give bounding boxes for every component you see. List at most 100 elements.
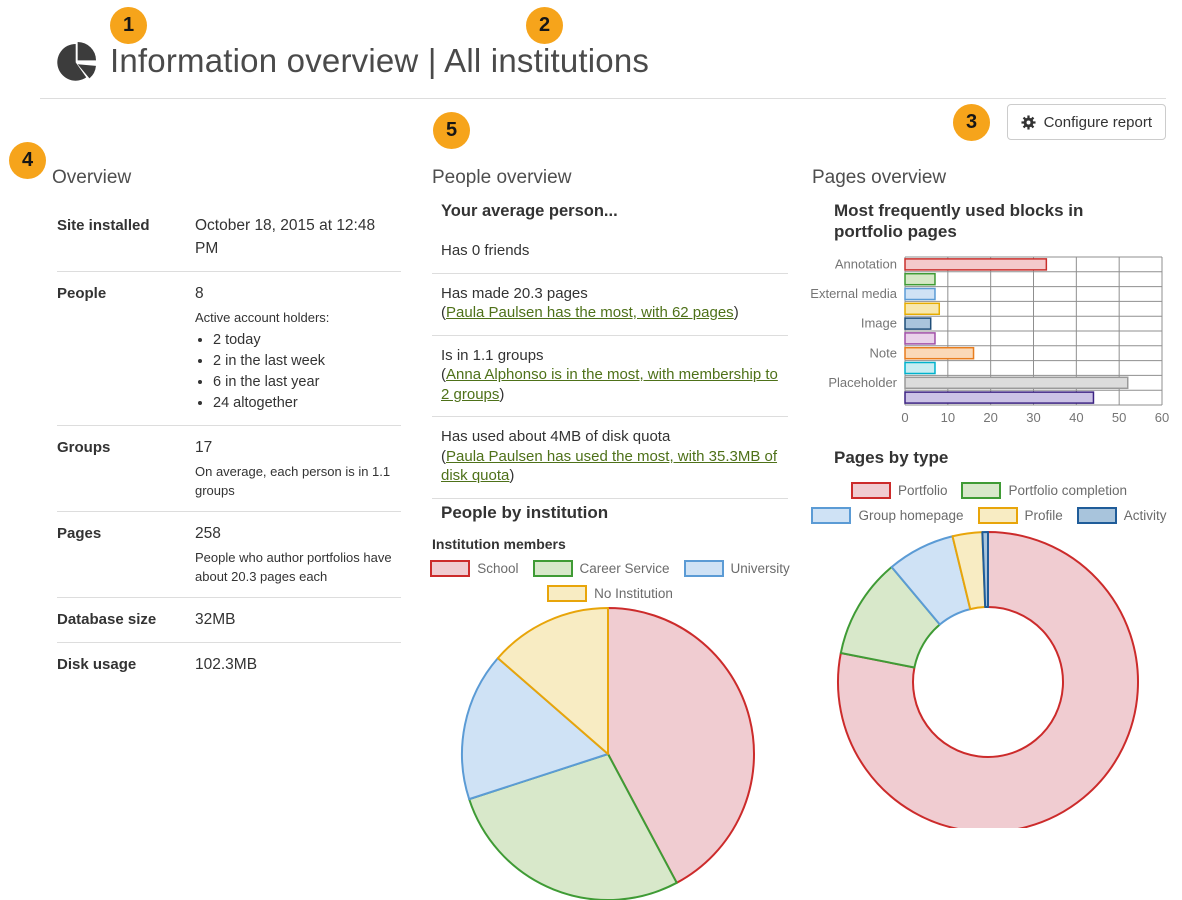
legend-swatch bbox=[684, 560, 724, 577]
table-row: Groups 17 On average, each person is in … bbox=[57, 425, 401, 511]
row-label: Database size bbox=[57, 608, 195, 631]
stat-text: Has made 20.3 pages bbox=[441, 284, 788, 304]
legend-swatch bbox=[978, 507, 1018, 524]
axis-label: Annotation bbox=[835, 257, 897, 272]
row-value: 258 bbox=[195, 522, 401, 545]
institution-members-pie-chart bbox=[420, 600, 798, 900]
legend-label: Profile bbox=[1025, 508, 1063, 523]
row-value: 102.3MB bbox=[195, 653, 401, 676]
people-overview-heading: People overview bbox=[432, 167, 571, 189]
row-label: People bbox=[57, 282, 195, 414]
stat-row: Is in 1.1 groups (Anna Alphonso is in th… bbox=[432, 336, 788, 418]
legend-label: Activity bbox=[1124, 508, 1167, 523]
pages-by-type-donut-chart bbox=[800, 528, 1176, 828]
legend-item: Group homepage bbox=[811, 507, 963, 524]
legend-row: Group homepage Profile Activity bbox=[812, 507, 1166, 524]
blocks-chart-title: Most frequently used blocks in portfolio… bbox=[834, 200, 1146, 242]
people-by-institution-heading: People by institution bbox=[441, 503, 608, 523]
callout-badge-4: 4 bbox=[9, 142, 46, 179]
most-groups-link[interactable]: Anna Alphonso is in the most, with membe… bbox=[441, 366, 778, 403]
overview-table: Site installed October 18, 2015 at 12:48… bbox=[57, 198, 401, 687]
svg-text:50: 50 bbox=[1112, 410, 1126, 425]
legend-row: Portfolio Portfolio completion bbox=[812, 482, 1166, 499]
table-row: Database size 32MB bbox=[57, 597, 401, 642]
legend-swatch bbox=[851, 482, 891, 499]
axis-label: Image bbox=[861, 316, 897, 331]
table-row: People 8 Active account holders: 2 today… bbox=[57, 271, 401, 425]
legend-row: SchoolCareer ServiceUniversity bbox=[432, 560, 788, 577]
svg-text:30: 30 bbox=[1026, 410, 1040, 425]
stat-text: Has used about 4MB of disk quota bbox=[441, 427, 788, 447]
pages-overview-heading: Pages overview bbox=[812, 167, 946, 189]
row-value: 32MB bbox=[195, 608, 401, 631]
legend-item: Portfolio bbox=[851, 482, 948, 499]
row-note: People who author portfolios have about … bbox=[195, 548, 401, 586]
row-label: Site installed bbox=[57, 214, 195, 260]
average-person-heading: Your average person... bbox=[441, 202, 788, 221]
legend-label: School bbox=[477, 561, 518, 576]
most-pages-link[interactable]: Paula Paulsen has the most, with 62 page… bbox=[446, 304, 734, 321]
stat-text: Has 0 friends bbox=[441, 242, 529, 259]
legend-item: School bbox=[430, 560, 518, 577]
axis-label: Placeholder bbox=[828, 375, 897, 390]
list-item: 2 in the last week bbox=[213, 351, 401, 372]
institution-members-chart-title: Institution members bbox=[432, 536, 566, 552]
legend-label: No Institution bbox=[594, 586, 673, 601]
stat-row: Has used about 4MB of disk quota (Paula … bbox=[432, 417, 788, 499]
row-value: 8 bbox=[195, 282, 401, 305]
legend-swatch bbox=[961, 482, 1001, 499]
svg-text:0: 0 bbox=[901, 410, 908, 425]
callout-badge-3: 3 bbox=[953, 104, 990, 141]
active-holders-list: 2 today 2 in the last week 6 in the last… bbox=[213, 330, 401, 414]
stat-row: Has 0 friends bbox=[432, 231, 788, 274]
paren: ) bbox=[499, 386, 504, 403]
svg-text:20: 20 bbox=[983, 410, 997, 425]
svg-text:60: 60 bbox=[1155, 410, 1169, 425]
svg-text:10: 10 bbox=[941, 410, 955, 425]
stat-row: Has made 20.3 pages (Paula Paulsen has t… bbox=[432, 274, 788, 336]
svg-text:40: 40 bbox=[1069, 410, 1083, 425]
legend-label: University bbox=[731, 561, 790, 576]
pie-chart-icon bbox=[56, 40, 98, 82]
legend-item: University bbox=[684, 560, 790, 577]
legend-item: Portfolio completion bbox=[961, 482, 1127, 499]
legend-item: Activity bbox=[1077, 507, 1167, 524]
most-quota-link[interactable]: Paula Paulsen has used the most, with 35… bbox=[441, 448, 777, 485]
pages-by-type-heading: Pages by type bbox=[834, 448, 948, 468]
callout-badge-2: 2 bbox=[526, 7, 563, 44]
stat-text: Is in 1.1 groups bbox=[441, 346, 788, 366]
table-row: Disk usage 102.3MB bbox=[57, 642, 401, 687]
legend-swatch bbox=[811, 507, 851, 524]
row-label: Disk usage bbox=[57, 653, 195, 676]
pages-by-type-legend: Portfolio Portfolio completion Group homep… bbox=[812, 482, 1166, 532]
configure-report-label: Configure report bbox=[1044, 114, 1152, 131]
header-divider bbox=[40, 98, 1166, 99]
callout-badge-5: 5 bbox=[433, 112, 470, 149]
row-note: On average, each person is in 1.1 groups bbox=[195, 462, 401, 500]
legend-label: Portfolio bbox=[898, 483, 948, 498]
table-row: Site installed October 18, 2015 at 12:48… bbox=[57, 198, 401, 271]
gear-icon bbox=[1021, 115, 1036, 130]
axis-label: External media bbox=[810, 286, 897, 301]
row-label: Pages bbox=[57, 522, 195, 586]
legend-label: Portfolio completion bbox=[1008, 483, 1127, 498]
row-label: Groups bbox=[57, 436, 195, 500]
legend-swatch bbox=[1077, 507, 1117, 524]
list-item: 6 in the last year bbox=[213, 372, 401, 393]
table-row: Pages 258 People who author portfolios h… bbox=[57, 511, 401, 597]
callout-badge-1: 1 bbox=[110, 7, 147, 44]
axis-label: Note bbox=[870, 345, 897, 360]
average-person-panel: Your average person... Has 0 friends Has… bbox=[432, 198, 788, 499]
row-value: 17 bbox=[195, 436, 401, 459]
row-note: Active account holders: bbox=[195, 308, 401, 327]
legend-label: Group homepage bbox=[858, 508, 963, 523]
legend-swatch bbox=[430, 560, 470, 577]
list-item: 2 today bbox=[213, 330, 401, 351]
paren: ) bbox=[734, 304, 739, 321]
row-value: October 18, 2015 at 12:48 PM bbox=[195, 214, 401, 260]
paren: ) bbox=[509, 467, 514, 484]
blocks-bar-chart: 0 10 20 30 40 50 60 Annotation External media Ima… bbox=[810, 251, 1176, 431]
legend-item: Profile bbox=[978, 507, 1063, 524]
overview-heading: Overview bbox=[52, 167, 131, 189]
configure-report-button[interactable]: Configure report bbox=[1007, 104, 1166, 140]
